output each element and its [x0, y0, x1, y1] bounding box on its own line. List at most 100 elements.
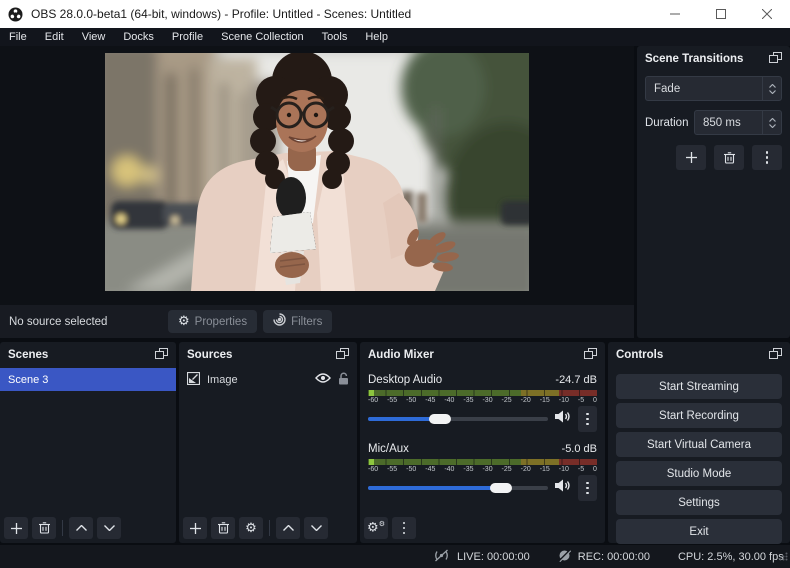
volume-meter — [368, 390, 597, 396]
controls-dock: Controls Start Streaming Start Recording… — [608, 342, 790, 543]
maximize-button[interactable] — [698, 0, 744, 28]
controls-title: Controls — [616, 349, 663, 361]
remove-transition-button[interactable] — [714, 145, 744, 170]
duration-value: 850 ms — [695, 117, 741, 129]
add-source-button[interactable] — [183, 517, 207, 539]
menu-file[interactable]: File — [0, 28, 36, 46]
source-down-button[interactable] — [304, 517, 328, 539]
popout-icon[interactable] — [769, 346, 782, 364]
menu-edit[interactable]: Edit — [36, 28, 73, 46]
minimize-button[interactable] — [652, 0, 698, 28]
image-source-icon — [187, 372, 200, 388]
add-transition-button[interactable] — [676, 145, 706, 170]
exit-button[interactable]: Exit — [616, 519, 782, 544]
visibility-eye-icon[interactable] — [315, 373, 331, 386]
menu-profile[interactable]: Profile — [163, 28, 212, 46]
duration-spin-arrows[interactable] — [762, 111, 781, 134]
cpu-fps-stats: CPU: 2.5%, 30.00 fps — [678, 551, 784, 563]
scene-preview-image — [105, 53, 529, 291]
scene-list-item[interactable]: Scene 3 — [0, 368, 176, 391]
remove-scene-button[interactable] — [32, 517, 56, 539]
channel-level: -24.7 dB — [555, 374, 597, 386]
sources-dock: Sources Image ⚙ — [179, 342, 357, 543]
rec-icon — [558, 549, 571, 565]
menu-bar: File Edit View Docks Profile Scene Colle… — [0, 28, 790, 46]
settings-button[interactable]: Settings — [616, 490, 782, 515]
close-button[interactable] — [744, 0, 790, 28]
source-name: Image — [207, 374, 238, 386]
gear-icon: ⚙ — [245, 522, 257, 535]
transition-selected-value: Fade — [646, 83, 680, 95]
popout-icon[interactable] — [155, 346, 168, 364]
menu-docks[interactable]: Docks — [114, 28, 163, 46]
volume-slider[interactable] — [368, 476, 548, 500]
resize-grip[interactable] — [779, 548, 788, 566]
add-scene-button[interactable] — [4, 517, 28, 539]
source-properties-button[interactable]: ⚙ — [239, 517, 263, 539]
scenes-title: Scenes — [8, 349, 48, 361]
popout-icon[interactable] — [769, 50, 782, 68]
audio-mixer-dock: Audio Mixer Desktop Audio -24.7 dB -60-5… — [360, 342, 605, 543]
channel-name: Desktop Audio — [368, 374, 442, 386]
mixer-channel-mic-aux: Mic/Aux -5.0 dB -60-55-50-45-40-35-30-25… — [360, 443, 605, 500]
menu-tools[interactable]: Tools — [313, 28, 357, 46]
start-streaming-button[interactable]: Start Streaming — [616, 374, 782, 399]
scene-transitions-title: Scene Transitions — [645, 53, 743, 65]
menu-help[interactable]: Help — [356, 28, 397, 46]
audio-mixer-title: Audio Mixer — [368, 349, 434, 361]
channel-level: -5.0 dB — [562, 443, 597, 455]
popout-icon[interactable] — [336, 346, 349, 364]
studio-mode-button[interactable]: Studio Mode — [616, 461, 782, 486]
source-status-text: No source selected — [9, 316, 107, 328]
transition-select[interactable]: Fade — [645, 76, 782, 101]
obs-logo-icon — [8, 7, 23, 22]
more-icon — [766, 151, 769, 164]
more-icon — [586, 482, 589, 495]
advanced-audio-button[interactable]: ⚙⚙ — [364, 517, 388, 539]
preview-canvas[interactable] — [0, 46, 634, 305]
remove-source-button[interactable] — [211, 517, 235, 539]
menu-view[interactable]: View — [73, 28, 115, 46]
slider-handle[interactable] — [490, 483, 512, 493]
popout-icon[interactable] — [584, 346, 597, 364]
meter-scale: -60-55-50-45-40-35-30-25-20-15-10-50 — [368, 397, 597, 404]
window-title: OBS 28.0.0-beta1 (64-bit, windows) - Pro… — [31, 7, 411, 21]
volume-slider[interactable] — [368, 407, 548, 431]
menu-scene-collection[interactable]: Scene Collection — [212, 28, 313, 46]
start-virtual-camera-button[interactable]: Start Virtual Camera — [616, 432, 782, 457]
source-up-button[interactable] — [276, 517, 300, 539]
properties-button[interactable]: ⚙ Properties — [168, 310, 257, 333]
channel-more-button[interactable] — [578, 406, 597, 432]
volume-meter — [368, 459, 597, 465]
slider-handle[interactable] — [429, 414, 451, 424]
source-toolbar: No source selected ⚙ Properties Filters — [0, 305, 634, 338]
source-list-item[interactable]: Image — [179, 368, 357, 391]
transition-more-button[interactable] — [752, 145, 782, 170]
mixer-channel-desktop-audio: Desktop Audio -24.7 dB -60-55-50-45-40-3… — [360, 374, 605, 431]
lock-icon[interactable] — [338, 372, 349, 388]
filters-icon — [273, 313, 286, 331]
transition-select-arrows[interactable] — [762, 77, 781, 100]
duration-label: Duration — [645, 117, 688, 129]
live-time: LIVE: 00:00:00 — [457, 551, 530, 563]
window-controls — [652, 0, 790, 28]
speaker-icon[interactable] — [555, 479, 571, 497]
more-icon — [403, 522, 406, 535]
properties-label: Properties — [195, 316, 247, 328]
scenes-dock: Scenes Scene 3 — [0, 342, 176, 543]
meter-scale: -60-55-50-45-40-35-30-25-20-15-10-50 — [368, 466, 597, 473]
live-signal-icon — [433, 549, 450, 565]
channel-more-button[interactable] — [578, 475, 597, 501]
mixer-more-button[interactable] — [392, 517, 416, 539]
filters-button[interactable]: Filters — [263, 310, 332, 333]
start-recording-button[interactable]: Start Recording — [616, 403, 782, 428]
scene-down-button[interactable] — [97, 517, 121, 539]
rec-time: REC: 00:00:00 — [578, 551, 650, 563]
scene-up-button[interactable] — [69, 517, 93, 539]
sources-title: Sources — [187, 349, 232, 361]
more-icon — [586, 413, 589, 426]
scene-transitions-dock: Scene Transitions Fade Duration 850 ms — [637, 46, 790, 338]
speaker-icon[interactable] — [555, 410, 571, 428]
duration-spinbox[interactable]: 850 ms — [694, 110, 782, 135]
filters-label: Filters — [291, 316, 322, 328]
